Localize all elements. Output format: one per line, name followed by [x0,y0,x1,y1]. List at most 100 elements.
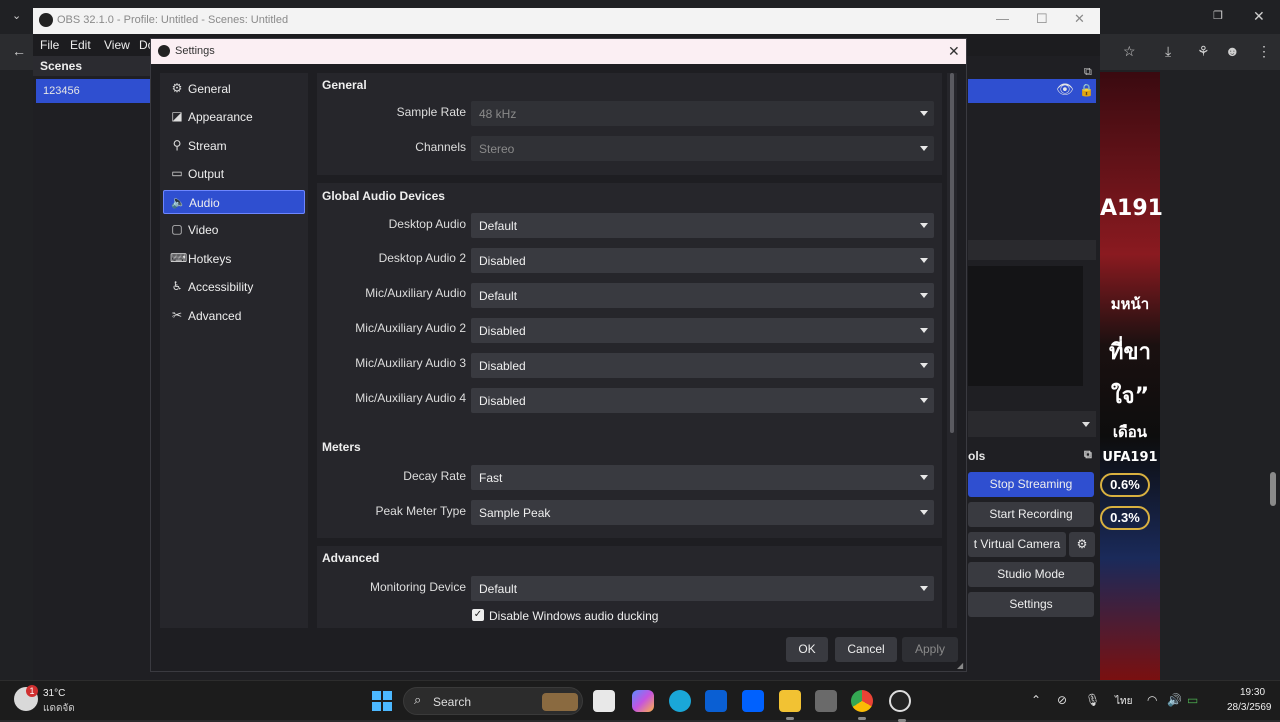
settings-title-bar: Settings ✕ [151,39,966,64]
nav-output[interactable]: ▭ Output [163,162,305,186]
minimize-icon[interactable]: — [996,11,1009,26]
battery-icon[interactable]: ▭ [1187,693,1198,707]
virtual-camera-settings-gear-icon[interactable]: ⚙ [1069,532,1095,557]
chevron-down-icon [920,510,928,515]
ad-pill: 0.3% [1100,506,1150,530]
nav-stream[interactable]: ⚲ Stream [163,134,305,158]
restore-icon[interactable]: ❐ [1213,9,1223,22]
source-list-item[interactable]: 👁 🔒 [968,79,1096,103]
back-icon[interactable]: ← [12,43,26,59]
desktop-audio-2-select[interactable]: Disabled [471,248,934,273]
apply-button[interactable]: Apply [902,637,958,662]
volume-icon[interactable]: 🔊 [1167,693,1182,707]
nav-general[interactable]: ⚙ General [163,77,305,101]
input-language[interactable]: ไทย [1115,694,1132,709]
close-icon[interactable]: ✕ [1074,11,1085,27]
network-off-icon[interactable]: ⊘ [1057,693,1067,707]
start-button[interactable] [372,691,392,711]
global-audio-devices-group: Global Audio Devices Desktop Audio Defau… [317,183,942,466]
weather-temperature[interactable]: 31°C [43,688,65,699]
dropbox-icon[interactable] [742,690,764,712]
nav-audio[interactable]: 🔈 Audio [163,190,305,214]
mic-aux-audio-3-select[interactable]: Disabled [471,353,934,378]
windows-logo-icon [383,702,392,711]
menu-edit[interactable]: Edit [70,38,91,52]
task-view-icon[interactable] [593,690,615,712]
chevron-down-icon [920,398,928,403]
search-highlight-image [542,693,578,711]
desktop-audio-select[interactable]: Default [471,213,934,238]
bookmark-star-icon[interactable]: ☆ [1123,43,1136,60]
clock-time[interactable]: 19:30 [1240,687,1265,698]
mic-aux-audio-2-select[interactable]: Disabled [471,318,934,343]
menu-file[interactable]: File [40,38,59,52]
ad-text: เดือน [1112,423,1148,441]
extensions-icon[interactable]: ⚘ [1197,43,1210,60]
settings-scrollbar-thumb[interactable] [950,73,954,433]
decay-rate-select[interactable]: Fast [471,465,934,490]
monitoring-device-select[interactable]: Default [471,576,934,601]
store-icon[interactable] [705,690,727,712]
nav-video[interactable]: ▢ Video [163,218,305,242]
edge-icon[interactable] [669,690,691,712]
mic-aux-audio-select[interactable]: Default [471,283,934,308]
clock-date[interactable]: 28/3/2569 [1227,702,1272,713]
monitor-icon: ▢ [171,222,183,236]
scene-list-item[interactable]: 123456 [36,79,150,103]
weather-condition[interactable]: แดดจัด [43,701,75,716]
peak-meter-type-label: Peak Meter Type [375,504,467,518]
disable-ducking-checkbox[interactable]: ✓ [472,609,484,621]
channels-select[interactable]: Stereo [471,136,934,161]
calculator-icon[interactable] [815,690,837,712]
keyboard-icon: ⌨ [170,251,188,265]
peak-meter-type-select[interactable]: Sample Peak [471,500,934,525]
more-icon[interactable]: ⋮ [1257,43,1271,60]
lock-icon[interactable]: 🔒 [1079,83,1094,97]
obs-title-bar: OBS 32.1.0 - Profile: Untitled - Scenes:… [33,8,1100,34]
obs-logo-icon [39,13,53,27]
file-explorer-icon[interactable] [779,690,801,720]
visibility-eye-icon[interactable]: 👁 [1056,82,1074,98]
tab-list-icon[interactable]: ⌄ [12,9,21,22]
dock-float-icon[interactable]: ⧉ [1084,66,1092,79]
settings-button[interactable]: Settings [968,592,1094,617]
browser-scrollbar[interactable] [1264,72,1280,680]
web-ad-banner[interactable] [1100,72,1160,680]
stop-streaming-button[interactable]: Stop Streaming [968,472,1094,497]
close-icon[interactable]: ✕ [948,43,960,60]
virtual-camera-button[interactable]: t Virtual Camera [968,532,1066,557]
nav-accessibility[interactable]: ♿ Accessibility [163,275,305,299]
ad-text: ใจ” [1110,384,1150,409]
dock-float-icon[interactable]: ⧉ [1084,449,1092,462]
profile-icon[interactable]: ☻ [1225,43,1240,59]
cancel-button[interactable]: Cancel [835,637,897,662]
studio-mode-button[interactable]: Studio Mode [968,562,1094,587]
sample-rate-select[interactable]: 48 kHz [471,101,934,126]
transition-dropdown[interactable] [968,411,1096,437]
start-recording-button[interactable]: Start Recording [968,502,1094,527]
menu-view[interactable]: View [104,38,130,52]
mic-aux-audio-4-select[interactable]: Disabled [471,388,934,413]
nav-advanced[interactable]: ✂ Advanced [163,304,305,328]
nav-hotkeys[interactable]: ⌨ Hotkeys [163,247,305,271]
ok-button[interactable]: OK [786,637,828,662]
microphone-icon[interactable]: 🎙 [1085,693,1100,707]
maximize-icon[interactable]: ☐ [1036,11,1048,27]
chrome-icon[interactable] [851,690,873,720]
settings-content: General Sample Rate 48 kHz Channels Ster… [317,73,942,628]
nav-label: Advanced [188,309,242,323]
close-icon[interactable]: ✕ [1253,8,1265,25]
settings-nav: ⚙ General ◪ Appearance ⚲ Stream ▭ Output… [160,73,308,628]
wifi-icon[interactable]: ◠ [1147,693,1157,707]
copilot-icon[interactable] [632,690,654,712]
tray-overflow-icon[interactable]: ⌃ [1031,693,1041,707]
nav-label: Output [188,167,225,181]
speaker-icon: 🔈 [171,195,186,209]
obs-taskbar-icon[interactable] [889,690,911,722]
resize-grip-icon[interactable]: ◢ [957,661,963,670]
download-icon[interactable]: ⤓ [1165,43,1171,60]
nav-appearance[interactable]: ◪ Appearance [163,105,305,129]
taskbar-search[interactable]: ⌕ Search [403,687,583,715]
disable-ducking-label[interactable]: Disable Windows audio ducking [489,609,658,623]
browser-scrollbar-thumb[interactable] [1270,472,1276,506]
